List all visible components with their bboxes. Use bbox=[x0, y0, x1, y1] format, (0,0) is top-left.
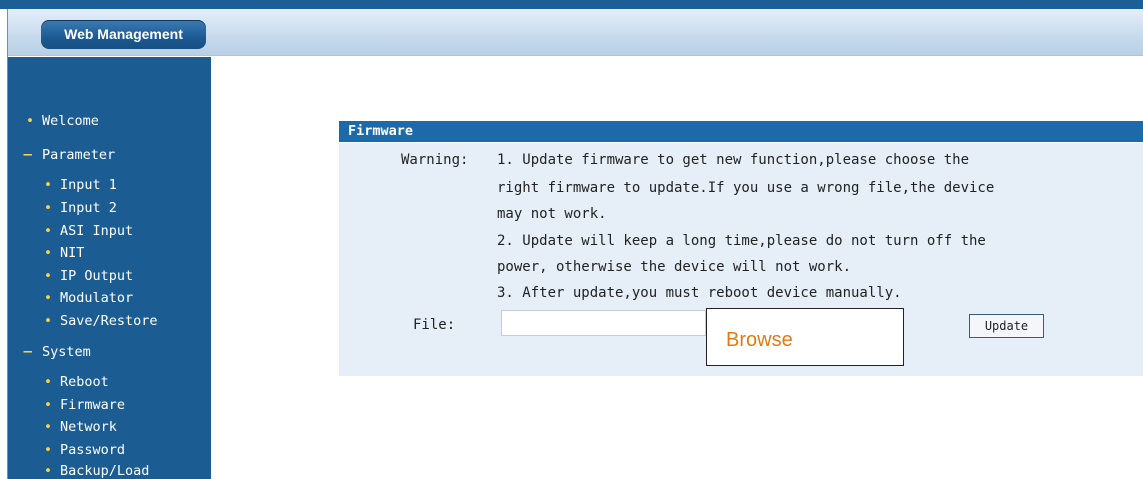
bullet-icon: • bbox=[44, 177, 52, 193]
sidebar-item-label: ASI Input bbox=[60, 223, 134, 239]
sidebar-item-label: Firmware bbox=[60, 397, 126, 413]
sidebar-item-welcome[interactable]: • Welcome bbox=[26, 113, 99, 129]
sidebar-item-nit[interactable]: • NIT bbox=[44, 245, 84, 261]
bullet-icon: • bbox=[44, 290, 52, 306]
web-management-tab[interactable]: Web Management bbox=[41, 20, 206, 49]
bullet-icon: • bbox=[44, 268, 52, 284]
sidebar-item-input-1[interactable]: • Input 1 bbox=[44, 177, 117, 193]
sidebar-item-label: NIT bbox=[60, 245, 85, 261]
bullet-icon: • bbox=[44, 442, 52, 458]
sidebar-item-network[interactable]: • Network bbox=[44, 419, 117, 435]
update-button[interactable]: Update bbox=[969, 314, 1044, 338]
page: Web Management • Welcome − Parameter • Inpu… bbox=[0, 0, 1143, 479]
browse-button[interactable]: Browse bbox=[706, 308, 904, 366]
sidebar-section-label: System bbox=[42, 344, 91, 360]
bullet-icon: • bbox=[44, 313, 52, 329]
sidebar-item-backup-load[interactable]: • Backup/Load bbox=[44, 463, 149, 479]
collapse-icon: − bbox=[22, 344, 34, 360]
sidebar-item-label: Input 2 bbox=[60, 200, 117, 216]
bullet-icon: • bbox=[44, 463, 52, 479]
warning-line: 2. Update will keep a long time,please d… bbox=[497, 233, 986, 249]
panel-title: Firmware bbox=[348, 123, 414, 139]
warning-line: power, otherwise the device will not wor… bbox=[497, 259, 852, 275]
file-label: File: bbox=[413, 317, 456, 333]
warning-label: Warning: bbox=[401, 152, 469, 168]
sidebar-item-label: Reboot bbox=[60, 374, 109, 390]
bullet-icon: • bbox=[44, 419, 52, 435]
sidebar-item-ip-output[interactable]: • IP Output bbox=[44, 268, 133, 284]
warning-line: may not work. bbox=[497, 206, 607, 222]
top-rule bbox=[0, 0, 1143, 9]
sidebar-item-label: IP Output bbox=[60, 268, 134, 284]
warning-line: 1. Update firmware to get new function,p… bbox=[497, 152, 970, 168]
sidebar-section-parameter[interactable]: − Parameter bbox=[22, 147, 115, 163]
sidebar-item-label: Input 1 bbox=[60, 177, 117, 193]
sidebar-section-system[interactable]: − System bbox=[22, 344, 91, 360]
sidebar-section-label: Parameter bbox=[42, 147, 116, 163]
warning-line: 3. After update,you must reboot device m… bbox=[497, 285, 902, 301]
browse-label: Browse bbox=[726, 329, 793, 351]
sidebar-item-label: Network bbox=[60, 419, 117, 435]
sidebar-item-firmware[interactable]: • Firmware bbox=[44, 397, 125, 413]
sidebar-item-label: Welcome bbox=[42, 113, 99, 129]
file-path-input[interactable] bbox=[501, 310, 706, 336]
sidebar-item-label: Backup/Load bbox=[60, 463, 150, 479]
bullet-icon: • bbox=[44, 245, 52, 261]
bullet-icon: • bbox=[44, 397, 52, 413]
sidebar-item-save-restore[interactable]: • Save/Restore bbox=[44, 313, 158, 329]
left-rule bbox=[0, 9, 8, 479]
collapse-icon: − bbox=[22, 147, 34, 163]
sidebar-item-reboot[interactable]: • Reboot bbox=[44, 374, 109, 390]
bullet-icon: • bbox=[44, 223, 52, 239]
bullet-icon: • bbox=[44, 200, 52, 216]
sidebar-item-password[interactable]: • Password bbox=[44, 442, 125, 458]
sidebar-item-asi-input[interactable]: • ASI Input bbox=[44, 223, 133, 239]
sidebar-item-label: Password bbox=[60, 442, 126, 458]
warning-line: right firmware to update.If you use a wr… bbox=[497, 180, 995, 196]
sidebar-item-modulator[interactable]: • Modulator bbox=[44, 290, 133, 306]
sidebar-item-label: Save/Restore bbox=[60, 313, 158, 329]
bullet-icon: • bbox=[44, 374, 52, 390]
bullet-icon: • bbox=[26, 113, 34, 129]
sidebar-item-label: Modulator bbox=[60, 290, 134, 306]
sidebar-item-input-2[interactable]: • Input 2 bbox=[44, 200, 117, 216]
panel-title-bar: Firmware bbox=[339, 121, 1143, 142]
